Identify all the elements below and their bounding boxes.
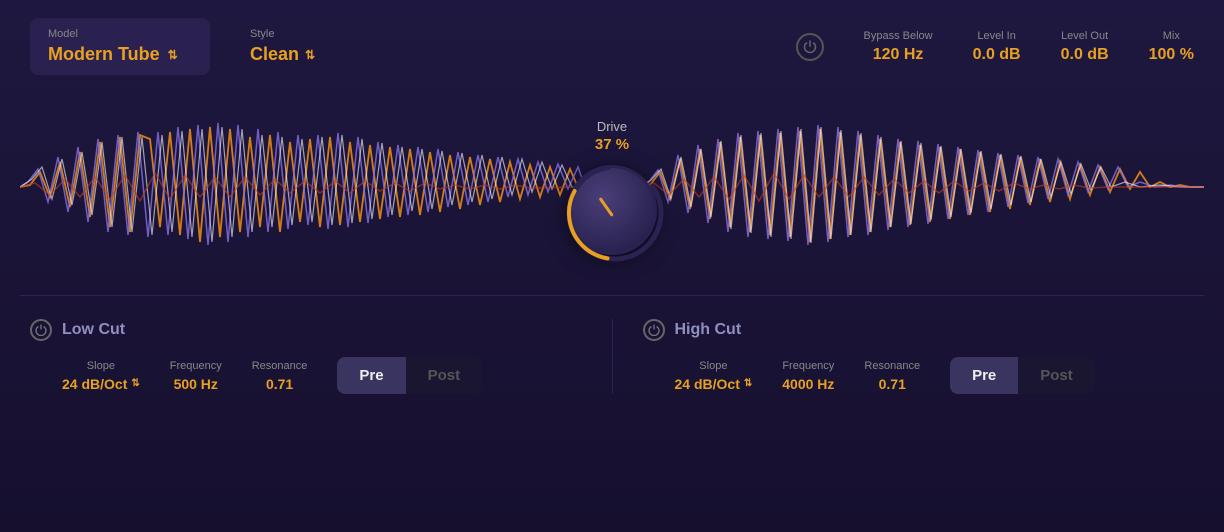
mix-control: Mix 100 % <box>1149 30 1194 64</box>
style-box: Style Clean ⇅ <box>250 18 315 75</box>
bypass-label: Bypass Below <box>864 30 933 42</box>
low-cut-slope-chevron-icon: ⇅ <box>131 378 139 389</box>
low-cut-slope-value[interactable]: 24 dB/Oct ⇅ <box>62 376 140 392</box>
low-cut-pre-post-group: Pre Post <box>337 357 482 394</box>
high-cut-controls: Slope 24 dB/Oct ⇅ Frequency 4000 Hz Reso… <box>675 357 1195 394</box>
drive-label: Drive <box>597 119 627 134</box>
high-cut-slope: Slope 24 dB/Oct ⇅ <box>675 360 753 392</box>
level-in-control: Level In 0.0 dB <box>973 30 1021 64</box>
waveform-area: Drive 37 % <box>20 87 1204 287</box>
model-chevron-icon: ⇅ <box>168 48 178 62</box>
low-cut-resonance-value[interactable]: 0.71 <box>252 376 308 392</box>
low-cut-freq-label: Frequency <box>170 360 222 372</box>
high-cut-pre-post-group: Pre Post <box>950 357 1095 394</box>
low-cut-slope-label: Slope <box>62 360 140 372</box>
high-cut-resonance-value[interactable]: 0.71 <box>864 376 920 392</box>
top-controls: Bypass Below 120 Hz Level In 0.0 dB Leve… <box>796 30 1195 64</box>
high-cut-resonance-label: Resonance <box>864 360 920 372</box>
high-cut-freq-label: Frequency <box>782 360 834 372</box>
high-cut-resonance: Resonance 0.71 <box>864 360 920 392</box>
style-label: Style <box>250 28 315 40</box>
high-cut-header: High Cut <box>643 319 1195 341</box>
high-cut-slope-label: Slope <box>675 360 753 372</box>
high-cut-section: High Cut Slope 24 dB/Oct ⇅ Frequency 400… <box>643 319 1195 394</box>
section-divider <box>20 295 1204 296</box>
drive-knob[interactable] <box>567 165 657 255</box>
level-out-label: Level Out <box>1061 30 1109 42</box>
low-cut-section: Low Cut Slope 24 dB/Oct ⇅ Frequency 500 … <box>30 319 582 394</box>
bypass-power-button[interactable] <box>796 33 824 61</box>
low-cut-frequency: Frequency 500 Hz <box>170 360 222 392</box>
low-cut-post-button[interactable]: Post <box>406 357 483 394</box>
low-cut-resonance-label: Resonance <box>252 360 308 372</box>
low-cut-header: Low Cut <box>30 319 582 341</box>
low-cut-pre-button[interactable]: Pre <box>337 357 405 394</box>
high-cut-title: High Cut <box>675 321 742 339</box>
low-cut-freq-value[interactable]: 500 Hz <box>170 376 222 392</box>
model-value[interactable]: Modern Tube ⇅ <box>48 44 192 65</box>
high-cut-power-button[interactable] <box>643 319 665 341</box>
mix-label: Mix <box>1149 30 1194 42</box>
high-cut-frequency: Frequency 4000 Hz <box>782 360 834 392</box>
bypass-value[interactable]: 120 Hz <box>864 46 933 64</box>
high-cut-post-button[interactable]: Post <box>1018 357 1095 394</box>
low-cut-power-button[interactable] <box>30 319 52 341</box>
low-cut-controls: Slope 24 dB/Oct ⇅ Frequency 500 Hz Reson… <box>62 357 582 394</box>
bottom-section: Low Cut Slope 24 dB/Oct ⇅ Frequency 500 … <box>0 304 1224 409</box>
knob-arc <box>564 162 666 264</box>
low-cut-slope: Slope 24 dB/Oct ⇅ <box>62 360 140 392</box>
style-value[interactable]: Clean ⇅ <box>250 44 315 65</box>
top-bar: Model Modern Tube ⇅ Style Clean ⇅ Bypass… <box>0 0 1224 87</box>
vertical-divider <box>612 319 613 394</box>
high-cut-slope-value[interactable]: 24 dB/Oct ⇅ <box>675 376 753 392</box>
drive-knob-container: Drive 37 % <box>567 119 657 255</box>
high-cut-slope-chevron-icon: ⇅ <box>744 378 752 389</box>
bypass-below-control: Bypass Below 120 Hz <box>864 30 933 64</box>
style-chevron-icon: ⇅ <box>305 48 315 62</box>
main-container: Model Modern Tube ⇅ Style Clean ⇅ Bypass… <box>0 0 1224 532</box>
model-box: Model Modern Tube ⇅ <box>30 18 210 75</box>
level-out-control: Level Out 0.0 dB <box>1061 30 1109 64</box>
drive-value: 37 % <box>595 136 629 153</box>
high-cut-freq-value[interactable]: 4000 Hz <box>782 376 834 392</box>
level-in-label: Level In <box>973 30 1021 42</box>
low-cut-resonance: Resonance 0.71 <box>252 360 308 392</box>
model-label: Model <box>48 28 192 40</box>
level-in-value[interactable]: 0.0 dB <box>973 46 1021 64</box>
low-cut-title: Low Cut <box>62 321 125 339</box>
level-out-value[interactable]: 0.0 dB <box>1061 46 1109 64</box>
high-cut-pre-button[interactable]: Pre <box>950 357 1018 394</box>
mix-value[interactable]: 100 % <box>1149 46 1194 64</box>
